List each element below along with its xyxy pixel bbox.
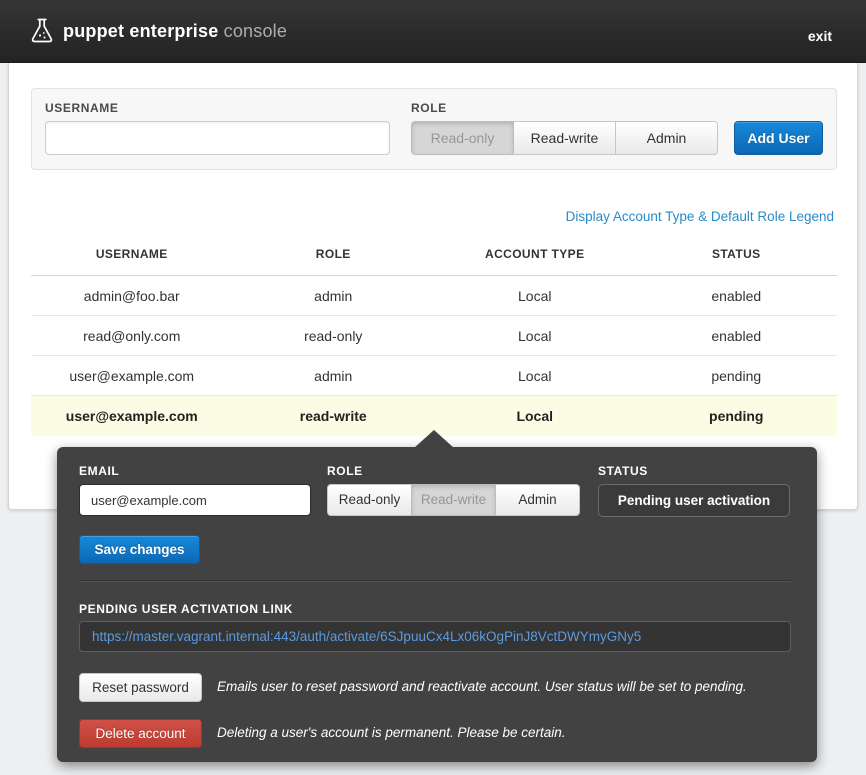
activation-link[interactable]: https://master.vagrant.internal:443/auth… [92,629,641,644]
table-row[interactable]: read@only.comread-onlyLocalenabled [31,316,837,356]
add-user-form: USERNAME ROLE Read-only Read-write Admin… [31,88,837,170]
panel-divider [79,580,791,582]
brand-title: puppet enterprise console [63,21,287,42]
exit-link[interactable]: exit [808,28,832,44]
panel-role-option-admin[interactable]: Admin [495,484,580,516]
cell-role: admin [233,356,435,396]
username-label: USERNAME [45,101,118,115]
delete-account-note: Deleting a user's account is permanent. … [217,725,566,740]
status-button[interactable]: Pending user activation [598,484,790,517]
brand-title-light: console [224,21,287,41]
column-header: STATUS [636,239,838,276]
role-label: ROLE [411,101,447,115]
add-user-button[interactable]: Add User [734,121,823,155]
column-header: ROLE [233,239,435,276]
cell-status: pending [636,356,838,396]
page: puppet enterprise console exit USERNAME … [0,0,866,775]
column-header: USERNAME [31,239,233,276]
cell-role: read-write [233,396,435,436]
role-button-group: Read-only Read-write Admin [411,121,718,155]
cell-status: enabled [636,276,838,316]
cell-account_type: Local [434,356,636,396]
cell-username: user@example.com [31,396,233,436]
email-input[interactable] [79,484,311,516]
panel-role-button-group: Read-only Read-write Admin [327,484,580,516]
cell-role: admin [233,276,435,316]
brand: puppet enterprise console [30,18,287,44]
brand-title-bold: puppet enterprise [63,21,218,41]
cell-account_type: Local [434,396,636,436]
email-label: EMAIL [79,464,119,478]
save-changes-button[interactable]: Save changes [79,535,200,564]
top-navbar: puppet enterprise console exit [0,0,866,63]
legend-link[interactable]: Display Account Type & Default Role Lege… [566,209,834,224]
column-header: ACCOUNT TYPE [434,239,636,276]
reset-password-note: Emails user to reset password and reacti… [217,679,747,694]
users-table-header-row: USERNAMEROLEACCOUNT TYPESTATUS [31,239,837,276]
cell-username: admin@foo.bar [31,276,233,316]
cell-status: enabled [636,316,838,356]
table-row[interactable]: admin@foo.baradminLocalenabled [31,276,837,316]
role-option-admin[interactable]: Admin [615,121,718,155]
role-option-read-write[interactable]: Read-write [513,121,616,155]
status-label: STATUS [598,464,648,478]
cell-account_type: Local [434,316,636,356]
table-row[interactable]: user@example.comadminLocalpending [31,356,837,396]
activation-link-box: https://master.vagrant.internal:443/auth… [79,621,791,652]
edit-user-panel: EMAIL ROLE Read-only Read-write Admin ST… [57,447,817,762]
reset-password-button[interactable]: Reset password [79,673,202,702]
popover-arrow [414,430,454,448]
panel-role-label: ROLE [327,464,363,478]
activation-link-label: PENDING USER ACTIVATION LINK [79,602,293,616]
cell-account_type: Local [434,276,636,316]
panel-role-option-read-only[interactable]: Read-only [327,484,412,516]
flask-icon [30,18,54,44]
cell-role: read-only [233,316,435,356]
cell-status: pending [636,396,838,436]
users-table: USERNAMEROLEACCOUNT TYPESTATUS admin@foo… [31,239,837,436]
users-table-body: admin@foo.baradminLocalenabledread@only.… [31,276,837,436]
delete-account-button[interactable]: Delete account [79,719,202,748]
cell-username: user@example.com [31,356,233,396]
username-input[interactable] [45,121,390,155]
cell-username: read@only.com [31,316,233,356]
role-option-read-only[interactable]: Read-only [411,121,514,155]
panel-role-option-read-write[interactable]: Read-write [411,484,496,516]
